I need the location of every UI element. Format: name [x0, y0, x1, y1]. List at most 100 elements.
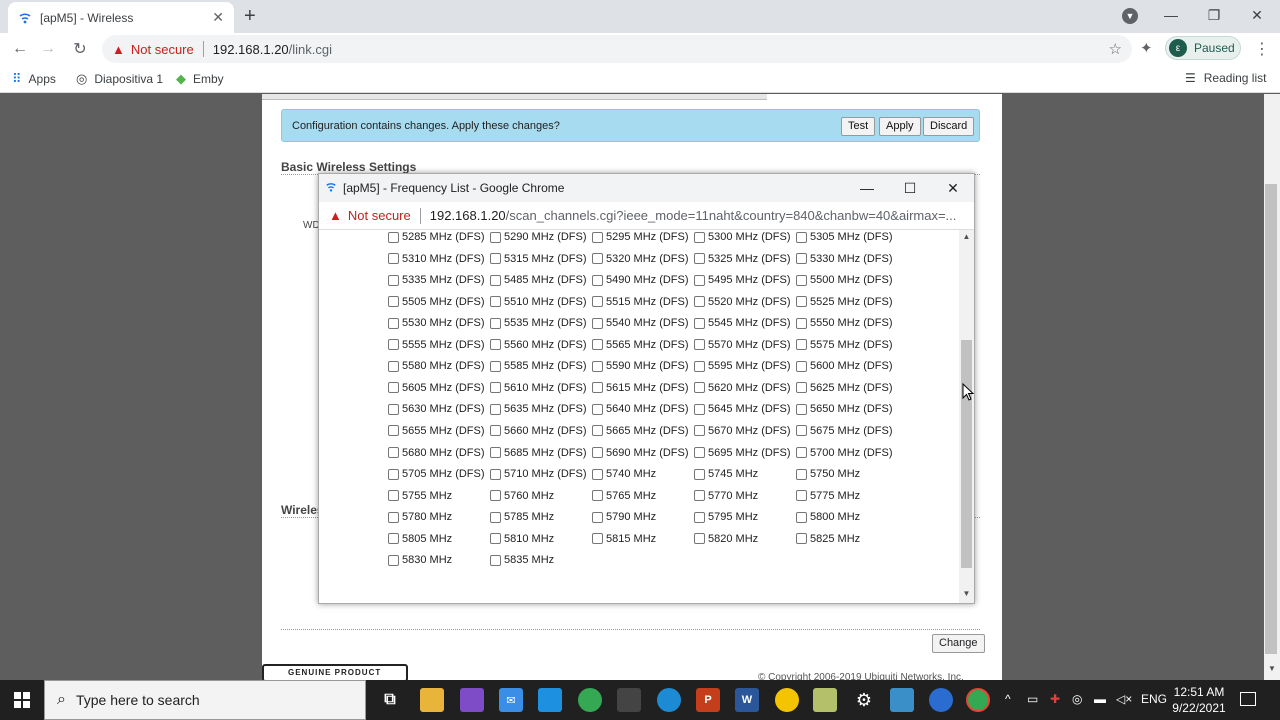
- frequency-checkbox[interactable]: [592, 382, 603, 394]
- frequency-option[interactable]: 5810 MHz: [490, 533, 554, 545]
- frequency-checkbox[interactable]: [592, 253, 603, 265]
- frequency-checkbox[interactable]: [592, 447, 603, 458]
- frequency-checkbox[interactable]: [796, 360, 807, 372]
- tab-search-icon[interactable]: ▼: [1122, 8, 1138, 24]
- frequency-option[interactable]: 5690 MHz (DFS): [592, 447, 689, 459]
- frequency-option[interactable]: 5335 MHz (DFS): [388, 274, 485, 286]
- frequency-option[interactable]: 5695 MHz (DFS): [694, 447, 791, 459]
- mail-icon[interactable]: ✉: [499, 688, 523, 712]
- frequency-option[interactable]: 5800 MHz: [796, 511, 860, 523]
- settings-icon[interactable]: ⚙: [852, 688, 876, 712]
- frequency-checkbox[interactable]: [490, 533, 501, 545]
- tray-chevron-icon[interactable]: ^: [1005, 692, 1011, 706]
- frequency-checkbox[interactable]: [694, 382, 705, 394]
- frequency-checkbox[interactable]: [796, 425, 807, 437]
- frequency-option[interactable]: 5680 MHz (DFS): [388, 447, 485, 459]
- frequency-checkbox[interactable]: [490, 403, 501, 415]
- frequency-checkbox[interactable]: [694, 317, 705, 329]
- popup-maximize-icon[interactable]: ☐: [890, 174, 930, 202]
- frequency-checkbox[interactable]: [694, 339, 705, 351]
- network-app-icon[interactable]: [929, 688, 953, 712]
- scroll-down-icon[interactable]: ▼: [1266, 664, 1278, 673]
- frequency-checkbox[interactable]: [490, 231, 501, 243]
- frequency-checkbox[interactable]: [592, 425, 603, 437]
- word-icon[interactable]: W: [735, 688, 759, 712]
- frequency-checkbox[interactable]: [796, 317, 807, 329]
- chrome-active-icon[interactable]: [966, 688, 990, 712]
- frequency-checkbox[interactable]: [694, 468, 705, 480]
- frequency-option[interactable]: 5605 MHz (DFS): [388, 382, 485, 394]
- tray-battery-icon[interactable]: ▬: [1094, 692, 1106, 706]
- popup-minimize-icon[interactable]: —: [847, 174, 887, 202]
- bookmark-emby[interactable]: ◆ Emby: [176, 71, 224, 87]
- frequency-checkbox[interactable]: [490, 447, 501, 458]
- frequency-option[interactable]: 5685 MHz (DFS): [490, 447, 587, 459]
- frequency-option[interactable]: 5645 MHz (DFS): [694, 403, 791, 415]
- forward-icon[interactable]: →: [38, 39, 58, 59]
- address-bar[interactable]: ▲ Not secure 192.168.1.20 /link.cgi ☆: [102, 35, 1132, 63]
- frequency-checkbox[interactable]: [490, 360, 501, 372]
- frequency-checkbox[interactable]: [796, 274, 807, 286]
- frequency-option[interactable]: 5300 MHz (DFS): [694, 231, 791, 243]
- frequency-checkbox[interactable]: [388, 253, 399, 265]
- start-button[interactable]: [0, 680, 44, 720]
- frequency-option[interactable]: 5555 MHz (DFS): [388, 339, 485, 351]
- frequency-checkbox[interactable]: [388, 468, 399, 480]
- notes-app-icon[interactable]: [775, 688, 799, 712]
- minimize-icon[interactable]: —: [1150, 0, 1192, 30]
- frequency-checkbox[interactable]: [388, 403, 399, 415]
- frequency-option[interactable]: 5775 MHz: [796, 490, 860, 502]
- frequency-option[interactable]: 5750 MHz: [796, 468, 860, 480]
- frequency-checkbox[interactable]: [592, 274, 603, 286]
- frequency-checkbox[interactable]: [694, 425, 705, 437]
- frequency-option[interactable]: 5815 MHz: [592, 533, 656, 545]
- frequency-checkbox[interactable]: [388, 533, 399, 545]
- frequency-checkbox[interactable]: [694, 253, 705, 265]
- frequency-option[interactable]: 5290 MHz (DFS): [490, 231, 587, 243]
- frequency-option[interactable]: 5540 MHz (DFS): [592, 317, 689, 329]
- frequency-checkbox[interactable]: [490, 339, 501, 351]
- popup-address-bar[interactable]: ▲ Not secure 192.168.1.20 /scan_channels…: [319, 202, 974, 230]
- frequency-option[interactable]: 5550 MHz (DFS): [796, 317, 893, 329]
- extensions-icon[interactable]: ✦: [1140, 39, 1153, 57]
- visual-studio-icon[interactable]: [460, 688, 484, 712]
- frequency-option[interactable]: 5675 MHz (DFS): [796, 425, 893, 437]
- frequency-checkbox[interactable]: [694, 403, 705, 415]
- reload-icon[interactable]: ↻: [70, 39, 90, 59]
- frequency-checkbox[interactable]: [388, 490, 399, 502]
- frequency-checkbox[interactable]: [490, 468, 501, 480]
- frequency-option[interactable]: 5820 MHz: [694, 533, 758, 545]
- close-window-icon[interactable]: ✕: [1236, 0, 1278, 30]
- frequency-checkbox[interactable]: [592, 511, 603, 523]
- frequency-option[interactable]: 5795 MHz: [694, 511, 758, 523]
- language-indicator[interactable]: ENG: [1141, 692, 1167, 706]
- scroll-down-icon[interactable]: ▼: [959, 589, 974, 598]
- frequency-option[interactable]: 5650 MHz (DFS): [796, 403, 893, 415]
- frequency-option[interactable]: 5500 MHz (DFS): [796, 274, 893, 286]
- frequency-option[interactable]: 5665 MHz (DFS): [592, 425, 689, 437]
- frequency-checkbox[interactable]: [694, 231, 705, 243]
- change-button[interactable]: Change: [932, 634, 985, 653]
- chrome-icon[interactable]: [578, 688, 602, 712]
- frequency-checkbox[interactable]: [388, 511, 399, 523]
- frequency-option[interactable]: 5285 MHz (DFS): [388, 231, 485, 243]
- frequency-checkbox[interactable]: [694, 490, 705, 502]
- tray-device-icon[interactable]: ▭: [1027, 692, 1038, 706]
- frequency-option[interactable]: 5485 MHz (DFS): [490, 274, 587, 286]
- frequency-checkbox[interactable]: [694, 274, 705, 286]
- back-icon[interactable]: ←: [10, 39, 30, 59]
- frequency-option[interactable]: 5295 MHz (DFS): [592, 231, 689, 243]
- taskbar-search[interactable]: ⌕ Type here to search: [44, 680, 366, 720]
- reading-list-button[interactable]: ☰ Reading list: [1185, 71, 1266, 85]
- frequency-option[interactable]: 5615 MHz (DFS): [592, 382, 689, 394]
- frequency-checkbox[interactable]: [388, 317, 399, 329]
- not-secure-label[interactable]: Not secure: [348, 208, 411, 223]
- frequency-option[interactable]: 5790 MHz: [592, 511, 656, 523]
- frequency-option[interactable]: 5700 MHz (DFS): [796, 447, 893, 459]
- frequency-option[interactable]: 5710 MHz (DFS): [490, 468, 587, 480]
- frequency-option[interactable]: 5805 MHz: [388, 533, 452, 545]
- frequency-option[interactable]: 5520 MHz (DFS): [694, 296, 791, 308]
- frequency-option[interactable]: 5825 MHz: [796, 533, 860, 545]
- frequency-option[interactable]: 5600 MHz (DFS): [796, 360, 893, 372]
- frequency-checkbox[interactable]: [592, 296, 603, 308]
